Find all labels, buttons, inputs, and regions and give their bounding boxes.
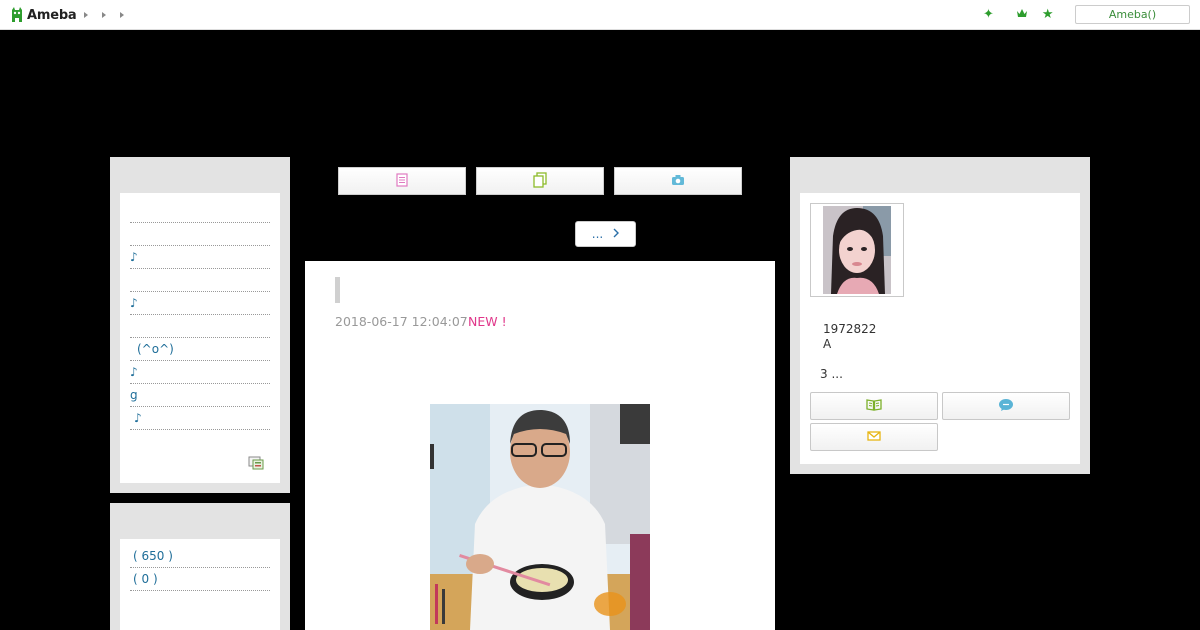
- chevron-right-icon[interactable]: [120, 12, 124, 18]
- sidebar-item[interactable]: (^o^): [130, 338, 270, 361]
- chevron-right-icon[interactable]: [102, 12, 106, 18]
- entry-title-marker: [335, 277, 340, 303]
- count-item[interactable]: ( 0 ): [130, 568, 270, 591]
- profile-id: 1972822: [823, 322, 877, 336]
- logo-text: Ameba: [27, 7, 77, 23]
- sparkle-icon[interactable]: ✦: [983, 7, 994, 23]
- profile-subtext: A: [823, 337, 832, 351]
- sidebar-item[interactable]: ♪: [130, 292, 270, 315]
- ameba-account-button[interactable]: Ameba(): [1075, 5, 1190, 24]
- sidebar-item[interactable]: ♪: [130, 407, 270, 430]
- sidebar-item-label: ♪: [134, 411, 142, 425]
- sidebar-item-label: (^o^): [137, 342, 174, 356]
- photo-list-button[interactable]: [614, 167, 742, 195]
- chevron-right-icon: [613, 227, 620, 241]
- more-button[interactable]: ...: [575, 221, 636, 247]
- copy-pages-icon: [533, 171, 547, 191]
- book-icon: [866, 398, 882, 414]
- avatar-image: [823, 206, 891, 294]
- entry-photo[interactable]: [430, 404, 650, 630]
- crown-icon[interactable]: [1016, 7, 1028, 23]
- sidebar-item[interactable]: [130, 269, 270, 292]
- ameba-logo[interactable]: Ameba: [10, 5, 77, 25]
- ameba-logo-icon: [10, 6, 24, 24]
- global-header: Ameba ✦ ★ Ameba(): [0, 0, 1200, 30]
- mail-button[interactable]: [810, 423, 938, 451]
- sidebar-item[interactable]: [130, 315, 270, 338]
- sidebar-item[interactable]: g: [130, 384, 270, 407]
- sidebar-item[interactable]: [130, 223, 270, 246]
- chevron-right-icon[interactable]: [84, 12, 88, 18]
- header-icons: ✦ ★: [983, 7, 1054, 23]
- sidebar-item[interactable]: ♪: [130, 361, 270, 384]
- camera-icon: [671, 174, 685, 189]
- blog-entry: 2018-06-17 12:04:07 NEW !: [305, 261, 775, 630]
- new-badge: NEW !: [468, 314, 507, 329]
- envelope-icon: [867, 430, 881, 444]
- header-nav-arrows: [84, 10, 124, 18]
- count-item[interactable]: ( 650 ): [130, 545, 270, 568]
- sidebar-item[interactable]: ♪: [130, 246, 270, 269]
- reader-register-button[interactable]: [810, 392, 938, 420]
- more-label: ...: [591, 227, 604, 241]
- theme-list-button[interactable]: [476, 167, 604, 195]
- avatar[interactable]: [810, 203, 904, 297]
- profile-more[interactable]: 3 ...: [820, 367, 843, 381]
- sidebar-menu-list: ♪ ♪ (^o^) ♪ g ♪: [130, 200, 270, 430]
- document-icon: [396, 172, 408, 190]
- sidebar-item[interactable]: [130, 200, 270, 223]
- rss-icon[interactable]: [248, 456, 264, 470]
- star-icon[interactable]: ★: [1042, 7, 1054, 23]
- entry-list-button[interactable]: [338, 167, 466, 195]
- entry-date: 2018-06-17 12:04:07: [335, 314, 468, 329]
- sidebar-count-list: ( 650 ) ( 0 ): [130, 545, 270, 591]
- chat-bubble-icon: [998, 398, 1014, 415]
- message-button[interactable]: [942, 392, 1070, 420]
